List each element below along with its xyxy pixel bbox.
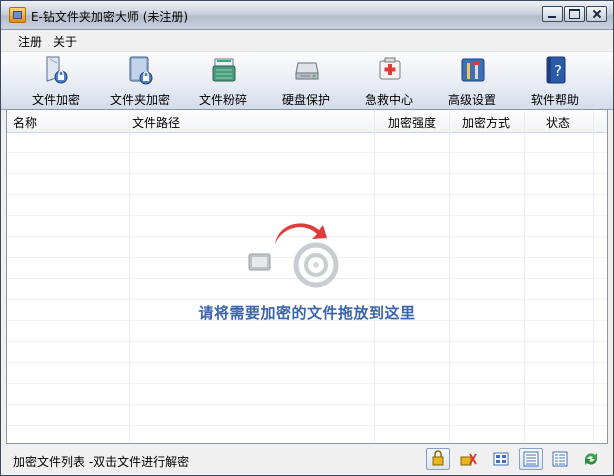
lock-view-button[interactable] xyxy=(426,448,450,470)
toolbar: 文件加密 文件夹加密 文件粉碎 硬盘保护 急救中心 高级设置 ? 软件帮助 xyxy=(1,51,613,110)
row-gridline xyxy=(7,152,607,153)
help-book-icon: ? xyxy=(546,56,566,84)
details-view-icon xyxy=(552,451,568,467)
refresh-icon xyxy=(585,453,597,465)
column-method[interactable]: 加密方式 xyxy=(462,114,510,131)
main-window: E-钻文件夹加密大师 (未注册) 注册 关于 文件加密 文件夹加密 文件粉碎 硬… xyxy=(0,0,614,476)
row-gridline xyxy=(7,341,607,342)
harddisk-icon xyxy=(295,62,319,80)
software-help-button[interactable]: ? 软件帮助 xyxy=(517,54,593,108)
list-view-icon xyxy=(523,451,539,467)
menu-register[interactable]: 注册 xyxy=(18,33,42,50)
menu-bar: 注册 关于 xyxy=(1,30,613,50)
large-icons-view-icon xyxy=(493,452,509,466)
arrow-icon xyxy=(275,223,327,244)
list-view-button[interactable] xyxy=(519,448,543,470)
large-icons-view-button[interactable] xyxy=(489,448,513,470)
minimize-icon[interactable] xyxy=(542,6,563,22)
file-lock-icon xyxy=(46,56,68,84)
tool-label: 急救中心 xyxy=(364,93,413,107)
window-title: E-钻文件夹加密大师 (未注册) xyxy=(31,10,189,24)
tools-icon xyxy=(461,58,485,82)
advanced-settings-button[interactable]: 高级设置 xyxy=(434,54,510,108)
row-gridline xyxy=(7,425,607,426)
file-icon-inner xyxy=(252,257,267,267)
file-shred-button[interactable]: 文件粉碎 xyxy=(185,54,261,108)
close-icon[interactable] xyxy=(586,6,607,22)
disk-protect-button[interactable]: 硬盘保护 xyxy=(268,54,344,108)
menu-about[interactable]: 关于 xyxy=(53,33,77,50)
tool-label: 文件加密 xyxy=(31,93,80,107)
tool-label: 文件粉碎 xyxy=(198,93,247,107)
row-gridline xyxy=(7,383,607,384)
folder-lock-icon xyxy=(129,56,153,85)
details-view-button[interactable] xyxy=(548,448,572,470)
row-gridline xyxy=(7,215,607,216)
file-encrypt-button[interactable]: 文件加密 xyxy=(18,54,94,108)
svg-text:?: ? xyxy=(554,62,562,80)
maximize-icon[interactable] xyxy=(564,6,585,22)
tool-label: 高级设置 xyxy=(447,93,496,107)
rescue-center-button[interactable]: 急救中心 xyxy=(351,54,427,108)
row-gridline xyxy=(7,362,607,363)
refresh-button[interactable] xyxy=(579,448,603,470)
column-status[interactable]: 状态 xyxy=(546,114,570,131)
encrypted-file-list[interactable]: 名称 文件路径 加密强度 加密方式 状态 请将需要加密的文件拖放到这里 xyxy=(6,109,608,444)
tool-label: 软件帮助 xyxy=(530,93,579,107)
first-aid-icon xyxy=(379,57,401,80)
column-name[interactable]: 名称 xyxy=(13,114,37,131)
window-controls xyxy=(542,6,607,22)
list-header: 名称 文件路径 加密强度 加密方式 状态 xyxy=(7,110,607,133)
row-gridline xyxy=(7,194,607,195)
drop-hint-text: 请将需要加密的文件拖放到这里 xyxy=(198,304,416,322)
row-gridline xyxy=(7,404,607,405)
shredder-icon xyxy=(212,58,236,82)
column-path[interactable]: 文件路径 xyxy=(132,114,180,131)
lock-view-icon xyxy=(432,450,444,466)
folder-encrypt-button[interactable]: 文件夹加密 xyxy=(102,54,178,108)
app-icon xyxy=(9,7,26,23)
column-strength[interactable]: 加密强度 xyxy=(388,114,436,131)
tool-label: 硬盘保护 xyxy=(281,93,330,107)
row-gridline xyxy=(7,173,607,174)
title-bar[interactable]: E-钻文件夹加密大师 (未注册) xyxy=(1,1,613,30)
unlock-view-button[interactable] xyxy=(456,448,480,470)
status-bar: 加密文件列表 -双击文件进行解密 xyxy=(1,444,613,475)
tool-label: 文件夹加密 xyxy=(109,93,170,107)
unlock-view-icon xyxy=(460,453,477,466)
status-text: 加密文件列表 -双击文件进行解密 xyxy=(13,455,190,469)
